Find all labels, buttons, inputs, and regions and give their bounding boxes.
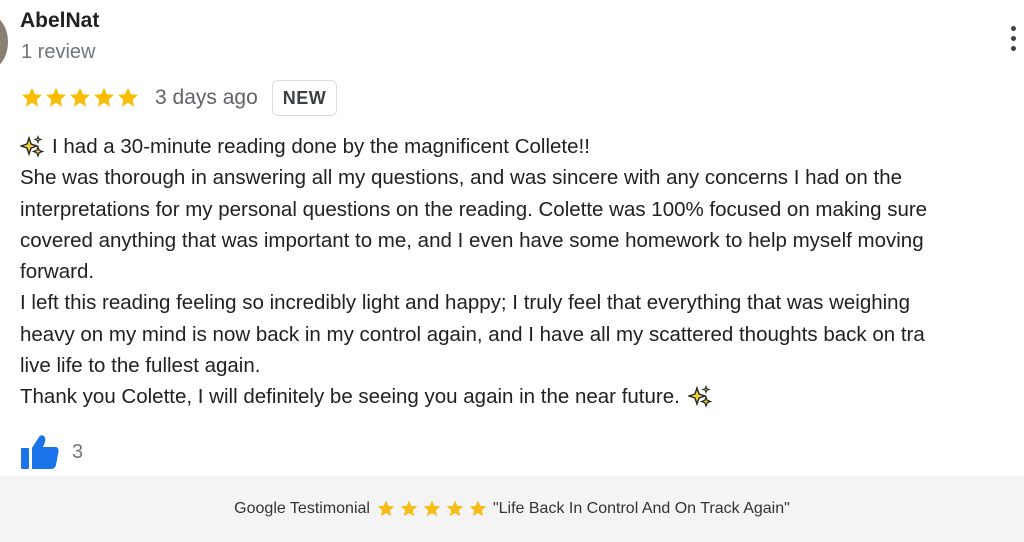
star-icon bbox=[70, 87, 90, 107]
review-line: heavy on my mind is now back in my contr… bbox=[20, 319, 1024, 350]
review-line-text: forward. bbox=[20, 260, 95, 284]
star-icon bbox=[46, 87, 66, 107]
review-line: I left this reading feeling so incredibl… bbox=[20, 287, 1024, 318]
rating-row: 3 days ago NEW bbox=[20, 80, 338, 116]
footer-label: Google Testimonial bbox=[234, 500, 370, 517]
thumbs-up-icon[interactable] bbox=[20, 434, 60, 470]
sparkle-icon bbox=[20, 134, 44, 158]
like-count: 3 bbox=[72, 440, 84, 463]
review-line-text: I had a 30-minute reading done by the ma… bbox=[52, 135, 590, 158]
footer-star-rating bbox=[376, 499, 491, 519]
sparkle-icon bbox=[687, 385, 712, 408]
review-line: interpretations for my personal question… bbox=[20, 194, 1024, 225]
review-line-text: heavy on my mind is now back in my contr… bbox=[20, 322, 925, 346]
review-count: 1 review bbox=[21, 41, 96, 63]
footer-quote: "Life Back In Control And On Track Again… bbox=[492, 500, 790, 517]
more-dot bbox=[1011, 36, 1016, 41]
star-icon bbox=[22, 87, 42, 107]
review-card: AbelNat 1 review 3 days ago NEW I had a … bbox=[0, 0, 1024, 476]
review-text: I had a 30-minute reading done by the ma… bbox=[20, 131, 1024, 413]
review-line-text: Thank you Colette, I will definitely be … bbox=[20, 385, 680, 409]
star-icon bbox=[446, 500, 464, 517]
reviewer-name[interactable]: AbelNat bbox=[20, 9, 99, 33]
like-row: 3 bbox=[20, 434, 83, 470]
review-line-text: live life to the fullest again. bbox=[20, 354, 261, 378]
star-rating bbox=[20, 86, 140, 110]
more-dot bbox=[1011, 26, 1016, 31]
star-icon bbox=[469, 500, 487, 517]
review-line: forward. bbox=[20, 256, 1024, 287]
review-line-text: interpretations for my personal question… bbox=[20, 197, 928, 221]
more-dot bbox=[1011, 46, 1016, 51]
review-line: Thank you Colette, I will definitely be … bbox=[20, 381, 1024, 412]
star-icon bbox=[94, 87, 114, 107]
footer-bar: Google Testimonial "Life Back In Control… bbox=[0, 476, 1024, 542]
review-date: 3 days ago bbox=[155, 86, 258, 109]
avatar[interactable] bbox=[0, 16, 8, 68]
review-line-text: covered anything that was important to m… bbox=[20, 228, 924, 252]
review-line-text: She was thorough in answering all my que… bbox=[20, 166, 903, 190]
review-line: She was thorough in answering all my que… bbox=[20, 162, 1024, 193]
review-line-text: I left this reading feeling so incredibl… bbox=[20, 291, 910, 315]
review-line: covered anything that was important to m… bbox=[20, 225, 1024, 256]
star-icon bbox=[377, 500, 395, 517]
star-icon bbox=[118, 87, 138, 107]
more-options-button[interactable] bbox=[1005, 26, 1021, 52]
new-badge: NEW bbox=[271, 80, 338, 116]
review-line: I had a 30-minute reading done by the ma… bbox=[20, 131, 1024, 162]
review-line: live life to the fullest again. bbox=[20, 350, 1024, 381]
star-icon bbox=[423, 500, 441, 517]
star-icon bbox=[400, 500, 418, 517]
